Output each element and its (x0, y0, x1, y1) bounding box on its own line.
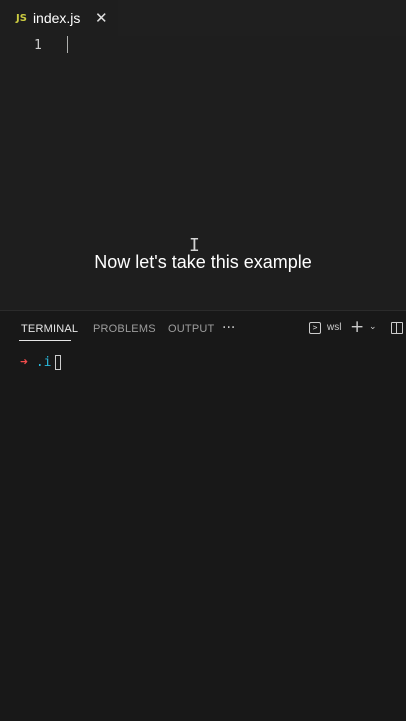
editor-tab-bar: JS index.js ✕ (0, 0, 406, 36)
close-icon[interactable]: ✕ (95, 9, 108, 27)
terminal-prompt[interactable]: ➜ .i (20, 355, 62, 370)
panel-tab-bar: TERMINAL PROBLEMS OUTPUT ··· > wsl + ⌄ (0, 311, 406, 347)
line-number: 1 (34, 38, 42, 53)
terminal-cursor (55, 355, 62, 370)
split-terminal-icon[interactable] (391, 322, 403, 334)
prompt-arrow-icon: ➜ (20, 355, 28, 370)
javascript-file-icon: JS (16, 12, 27, 24)
chevron-down-icon[interactable]: ⌄ (369, 322, 377, 332)
active-tab-indicator (19, 340, 71, 341)
code-editor[interactable]: 1 I Now let's take this example (0, 36, 406, 310)
tab-index-js[interactable]: JS index.js ✕ (0, 0, 118, 36)
tab-label: index.js (32, 10, 81, 26)
bottom-panel: TERMINAL PROBLEMS OUTPUT ··· > wsl + ⌄ (0, 310, 406, 721)
terminal-name[interactable]: wsl (327, 322, 341, 333)
more-actions-icon[interactable]: ··· (222, 320, 235, 336)
tab-problems[interactable]: PROBLEMS (93, 323, 156, 335)
tab-terminal[interactable]: TERMINAL (21, 323, 78, 335)
terminal-icon[interactable]: > (309, 322, 321, 334)
tab-output[interactable]: OUTPUT (168, 323, 214, 335)
terminal-input-text: .i (35, 355, 52, 370)
new-terminal-icon[interactable]: + (350, 317, 364, 337)
video-caption: Now let's take this example (94, 252, 312, 272)
text-cursor (67, 36, 68, 53)
